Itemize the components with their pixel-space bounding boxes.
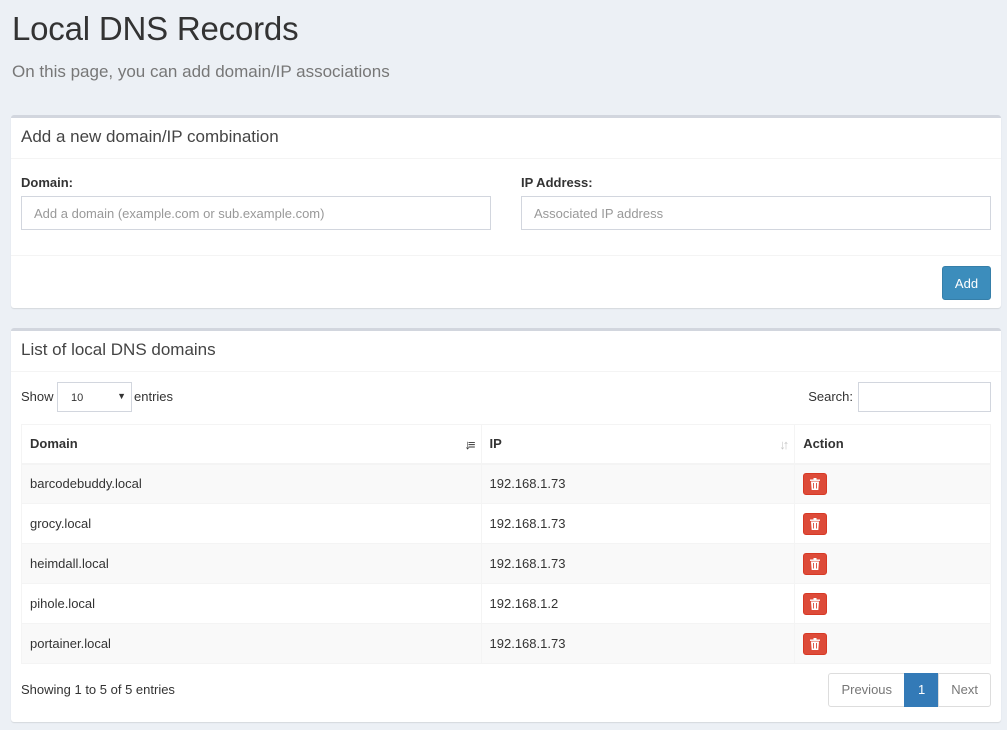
column-header-ip[interactable]: IP ↓↑: [480, 424, 796, 465]
table-row: barcodebuddy.local 192.168.1.73: [21, 463, 991, 504]
domain-label: Domain:: [21, 175, 73, 190]
domain-cell: pihole.local: [21, 583, 482, 624]
delete-button[interactable]: [803, 512, 828, 535]
pagination: Previous 1 Next: [828, 673, 991, 707]
ip-cell: 192.168.1.2: [480, 583, 796, 624]
column-header-ip-label: IP: [489, 436, 502, 452]
domain-cell: portainer.local: [21, 623, 482, 664]
next-page-button[interactable]: Next: [938, 673, 991, 707]
search-input[interactable]: [858, 382, 991, 412]
trash-icon: [810, 597, 821, 610]
entries-per-page-value: 10: [71, 392, 84, 404]
column-header-domain-label: Domain: [30, 436, 78, 452]
domain-cell: barcodebuddy.local: [21, 463, 482, 504]
table-row: grocy.local 192.168.1.73: [21, 503, 991, 544]
delete-button[interactable]: [803, 552, 828, 575]
domain-input[interactable]: [21, 196, 491, 230]
caret-down-icon: ▼: [117, 391, 126, 401]
sort-amount-asc-icon: ↓≡: [464, 437, 475, 452]
column-header-action: Action: [794, 424, 991, 465]
sort-both-icon: ↓↑: [779, 437, 789, 452]
ip-address-label: IP Address:: [521, 175, 593, 190]
search-label: Search:: [808, 389, 853, 404]
page-subtitle: On this page, you can add domain/IP asso…: [12, 62, 390, 81]
action-cell: [794, 623, 991, 664]
ip-cell: 192.168.1.73: [480, 503, 796, 544]
dns-list-box-title: List of local DNS domains: [11, 331, 1001, 372]
table-info: Showing 1 to 5 of 5 entries: [21, 682, 175, 697]
domain-cell: grocy.local: [21, 503, 482, 544]
show-label: Show: [21, 389, 54, 404]
domain-cell: heimdall.local: [21, 543, 482, 584]
table-row: pihole.local 192.168.1.2: [21, 583, 991, 624]
dns-table: Domain ↓≡ IP ↓↑ Action barcodebuddy.loca…: [21, 424, 991, 664]
action-cell: [794, 543, 991, 584]
delete-button[interactable]: [803, 472, 828, 495]
trash-icon: [810, 477, 821, 490]
ip-cell: 192.168.1.73: [480, 623, 796, 664]
action-cell: [794, 463, 991, 504]
dns-list-box: List of local DNS domains Show 10 ▼ entr…: [11, 328, 1001, 722]
table-header-row: Domain ↓≡ IP ↓↑ Action: [21, 424, 991, 465]
action-cell: [794, 503, 991, 544]
ip-cell: 192.168.1.73: [480, 543, 796, 584]
trash-icon: [810, 637, 821, 650]
column-header-domain[interactable]: Domain ↓≡: [21, 424, 482, 465]
trash-icon: [810, 517, 821, 530]
add-domain-box-title: Add a new domain/IP combination: [11, 118, 1001, 159]
table-row: heimdall.local 192.168.1.73: [21, 543, 991, 584]
page-title: Local DNS Records: [12, 10, 299, 47]
page: Local DNS Records On this page, you can …: [0, 0, 1007, 730]
column-header-action-label: Action: [803, 436, 844, 452]
ip-cell: 192.168.1.73: [480, 463, 796, 504]
entries-per-page-select[interactable]: 10 ▼: [57, 382, 132, 412]
delete-button[interactable]: [803, 592, 828, 615]
ip-address-input[interactable]: [521, 196, 991, 230]
trash-icon: [810, 557, 821, 570]
entries-label: entries: [134, 389, 174, 404]
action-cell: [794, 583, 991, 624]
table-row: portainer.local 192.168.1.73: [21, 623, 991, 664]
delete-button[interactable]: [803, 632, 828, 655]
previous-page-button[interactable]: Previous: [828, 673, 906, 707]
add-button[interactable]: Add: [942, 266, 991, 300]
form-divider: [11, 255, 1001, 256]
add-domain-box: Add a new domain/IP combination Domain: …: [11, 115, 1001, 308]
page-1-button[interactable]: 1: [904, 673, 940, 707]
